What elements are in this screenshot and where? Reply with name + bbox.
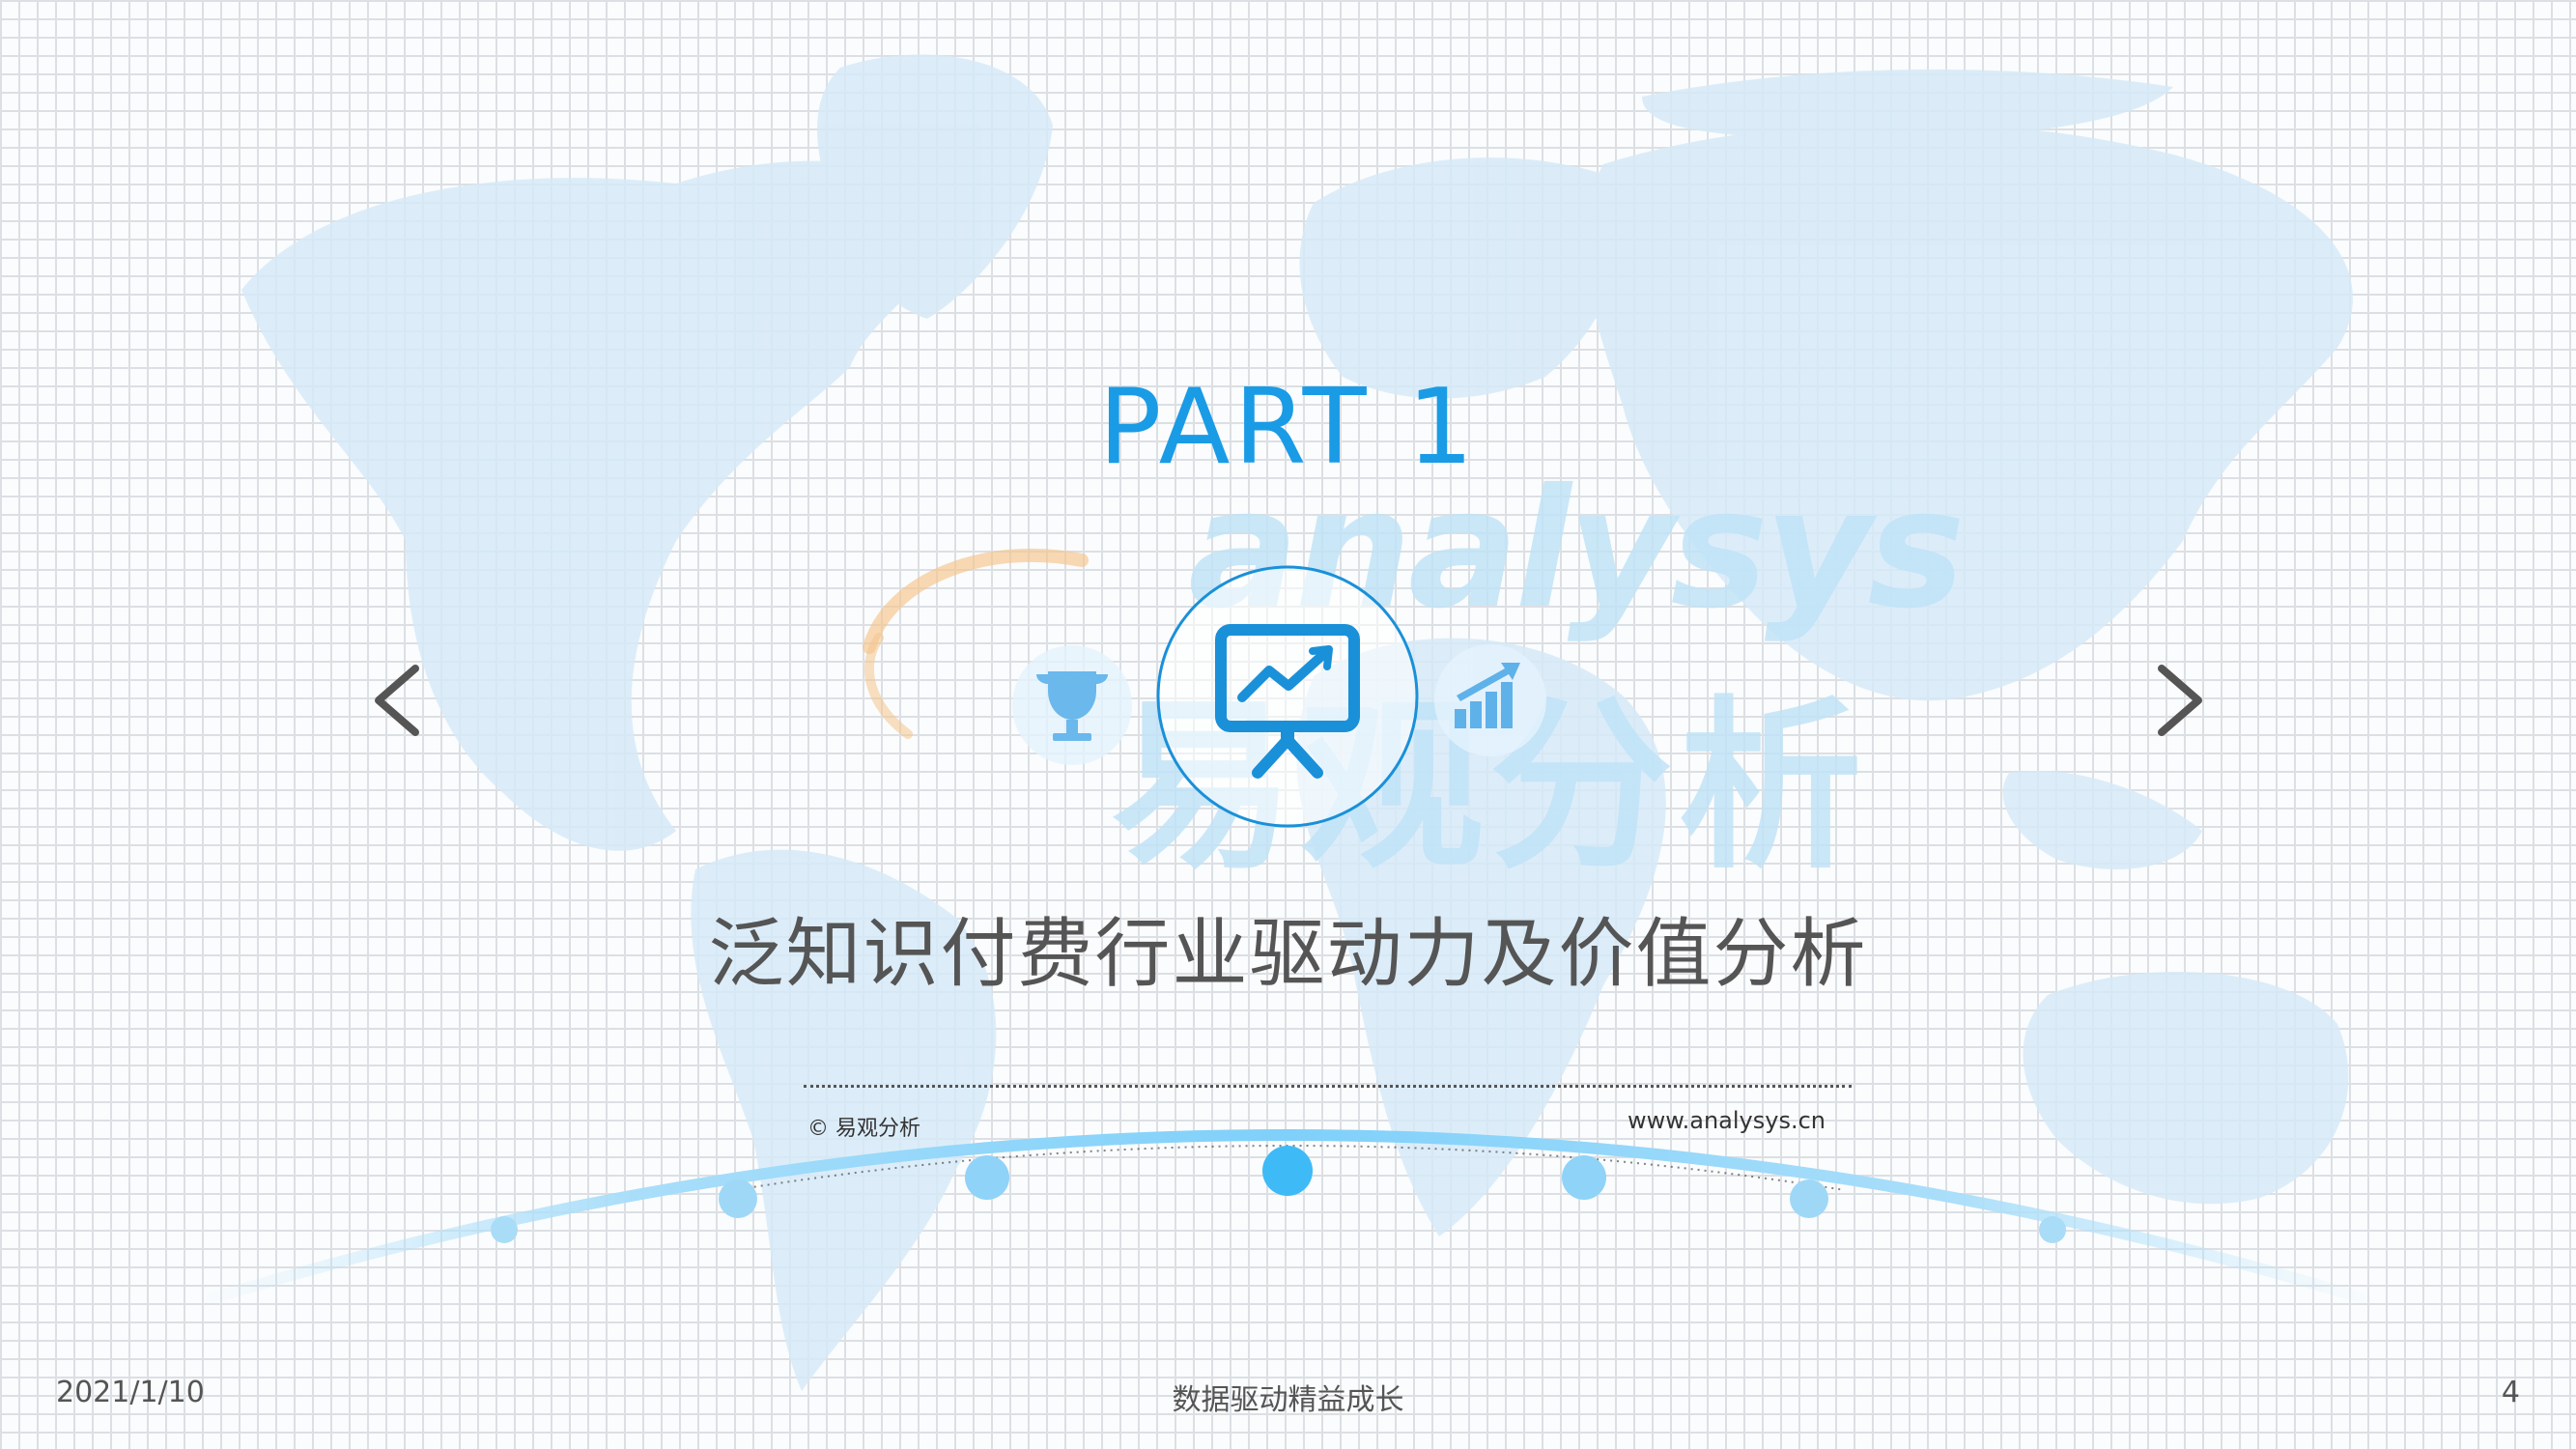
chevron-right-icon[interactable] xyxy=(2144,657,2212,744)
dotted-divider xyxy=(804,1085,1852,1088)
footer-slogan: 数据驱动精益成长 xyxy=(1172,1383,1404,1417)
trophy-icon xyxy=(1012,645,1132,765)
presentation-chart-icon xyxy=(1156,565,1419,828)
section-subtitle: 泛知识付费行业驱动力及价值分析 xyxy=(708,911,1868,998)
bar-chart-growth-icon xyxy=(1434,644,1546,756)
website-link[interactable]: www.analysys.cn xyxy=(1545,1107,1826,1134)
part-title: PART 1 xyxy=(1098,367,1478,488)
page-number: 4 xyxy=(2501,1376,2520,1409)
chevron-left-icon[interactable] xyxy=(365,657,433,744)
copyright-text: © 易观分析 xyxy=(807,1117,920,1141)
